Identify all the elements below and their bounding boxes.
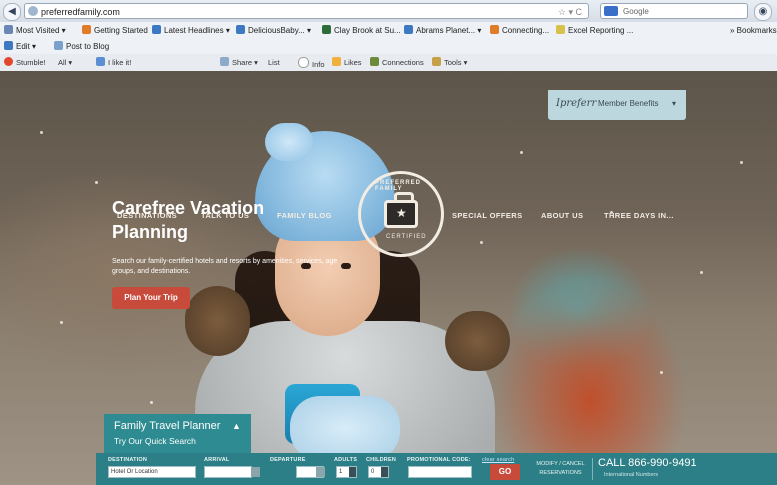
nav-about-us[interactable]: ABOUT US (541, 211, 583, 220)
headline-line-2: Planning (112, 222, 188, 242)
address-field[interactable]: preferredfamily.com ☆ ▾ C (24, 3, 589, 19)
share-button[interactable]: Share ▾ (220, 57, 258, 68)
calendar-icon[interactable] (251, 467, 260, 477)
family-travel-planner-tab[interactable]: Family Travel Planner Try Our Quick Sear… (104, 414, 251, 454)
go-button[interactable]: GO (490, 464, 520, 480)
search-placeholder: Google (623, 7, 649, 16)
stumble-toolbar: Stumble! All ▾ I like it! Share ▾ List I… (0, 54, 777, 72)
back-icon[interactable]: ◀ (3, 3, 21, 21)
post-icon (54, 41, 63, 50)
connections-button[interactable]: Connections (370, 57, 424, 68)
bookmark-icon (322, 25, 331, 34)
bookmark-icon (82, 25, 91, 34)
calendar-icon[interactable] (316, 467, 325, 477)
people-icon (370, 57, 379, 66)
destination-input[interactable]: Hotel Or Location (108, 466, 196, 478)
clear-search-link[interactable]: clear search (482, 457, 514, 463)
nav-three-days-in[interactable]: THREE DAYS IN... (604, 211, 674, 220)
search-input[interactable]: Google (600, 3, 748, 19)
share-icon (220, 57, 229, 66)
planner-subtitle: Try Our Quick Search (114, 436, 196, 446)
stumble-icon (4, 57, 13, 66)
international-numbers-link[interactable]: International Numbers (604, 472, 658, 478)
suitcase-icon: ★ (384, 200, 418, 228)
divider (592, 458, 593, 480)
logo-text-bottom: CERTIFIED (386, 234, 427, 240)
bookmark-clay-brook[interactable]: Clay Brook at Su... (322, 25, 401, 36)
member-benefits-label: Member Benefits (598, 99, 659, 108)
headline-line-1: Carefree Vacation (112, 198, 265, 218)
modify-cancel-reservations-link[interactable]: MODIFY / CANCEL RESERVATIONS (533, 460, 588, 478)
info-icon (298, 57, 309, 68)
bookmark-icon (4, 25, 13, 34)
bookmark-excel-reporting[interactable]: Excel Reporting ... (556, 25, 633, 36)
like-button[interactable]: I like it! (96, 57, 131, 68)
bookmark-connecting[interactable]: Connecting... (490, 25, 549, 36)
preferred-family-logo[interactable]: PREFERRED FAMILY ★ CERTIFIED (358, 171, 444, 257)
photo-mittens (290, 396, 400, 461)
url-text: preferredfamily.com (41, 7, 120, 17)
post-to-blog-button[interactable]: Post to Blog (54, 41, 109, 52)
departure-label: DEPARTURE (270, 457, 306, 463)
bookmark-latest-headlines[interactable]: Latest Headlines ▾ (152, 25, 230, 36)
promo-code-input[interactable] (408, 466, 472, 478)
edit-button[interactable]: Edit ▾ (4, 41, 36, 52)
blog-toolbar: Edit ▾ Post to Blog (0, 39, 777, 55)
list-button[interactable]: List (268, 57, 280, 68)
bookmarks-menu[interactable]: » Bookmarks (730, 25, 777, 36)
call-phone-number: CALL 866-990-9491 (598, 457, 697, 469)
bookmarks-bar: Most Visited ▾ Getting Started Latest He… (0, 22, 777, 40)
bookmark-icon (404, 25, 413, 34)
arrival-label: ARRIVAL (204, 457, 230, 463)
ipreferr-logo: Ipreferr (556, 98, 597, 109)
member-benefits-button[interactable]: Ipreferr Member Benefits ▾ (548, 90, 686, 120)
dropdown-arrow-icon (349, 467, 356, 477)
all-dropdown[interactable]: All ▾ (58, 57, 72, 68)
bookmark-icon (152, 25, 161, 34)
bookmark-most-visited[interactable]: Most Visited ▾ (4, 25, 66, 36)
bookmark-icon (556, 25, 565, 34)
google-icon (604, 6, 618, 16)
adults-select[interactable]: 1 (336, 466, 357, 478)
planner-title: Family Travel Planner (114, 420, 221, 432)
hero-headline: Carefree Vacation Planning (112, 196, 292, 244)
likes-icon (332, 57, 341, 66)
photo-fur-trim (445, 311, 510, 371)
tools-icon (432, 57, 441, 66)
bookmark-getting-started[interactable]: Getting Started (82, 25, 148, 36)
hero-banner: Ipreferr Member Benefits ▾ DESTINATIONS … (0, 71, 777, 485)
arrival-input[interactable] (204, 466, 252, 478)
promo-code-label: PROMOTIONAL CODE: (407, 457, 471, 463)
bookmark-abrams-planet[interactable]: Abrams Planet... ▾ (404, 25, 481, 36)
stumble-button[interactable]: Stumble! (4, 57, 46, 68)
chevron-up-icon: ▲ (232, 421, 241, 431)
tools-button[interactable]: Tools ▾ (432, 57, 467, 68)
destination-label: DESTINATION (108, 457, 148, 463)
thumbs-up-icon (96, 57, 105, 66)
bookmark-icon (236, 25, 245, 34)
bookmark-icon (490, 25, 499, 34)
globe-icon (28, 6, 38, 16)
quick-search-bar: DESTINATION Hotel Or Location ARRIVAL DE… (96, 453, 777, 485)
dropdown-arrow-icon (381, 467, 388, 477)
bookmark-deliciousbaby[interactable]: DeliciousBaby... ▾ (236, 25, 311, 36)
likes-button[interactable]: Likes (332, 57, 362, 68)
logo-text-top: PREFERRED FAMILY (375, 180, 422, 192)
nav-special-offers[interactable]: SPECIAL OFFERS (452, 211, 522, 220)
reload-icon[interactable]: ☆ ▾ C (558, 4, 582, 20)
children-select[interactable]: 0 (368, 466, 389, 478)
info-button[interactable]: Info (298, 57, 325, 70)
adults-label: ADULTS (334, 457, 358, 463)
photo-fur-trim (185, 286, 250, 356)
plan-your-trip-button[interactable]: Plan Your Trip (112, 287, 190, 309)
chevron-down-icon: ▾ (672, 99, 677, 108)
children-label: CHILDREN (366, 457, 397, 463)
addon-icon[interactable]: ◉ (754, 3, 772, 21)
photo-pompom (265, 123, 313, 161)
browser-url-bar: ◀ preferredfamily.com ☆ ▾ C Google ◉ (0, 0, 777, 23)
hero-subtext: Search our family-certified hotels and r… (112, 258, 338, 275)
edit-icon (4, 41, 13, 50)
